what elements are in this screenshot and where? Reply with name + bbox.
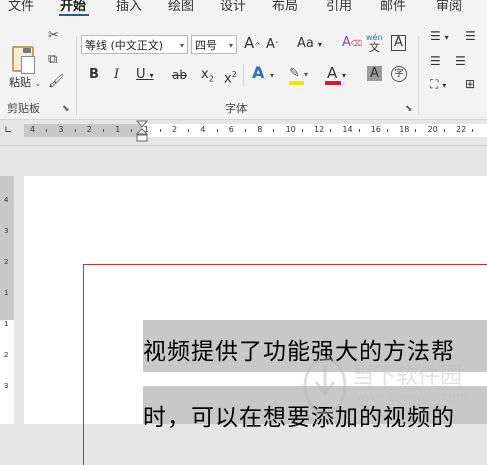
ruler-tick: [387, 129, 388, 132]
ruler-number: 4: [200, 125, 206, 134]
ruler-number: 12: [314, 125, 325, 134]
subscript-button[interactable]: x2: [201, 67, 214, 88]
bold-button[interactable]: B: [89, 67, 99, 83]
ruler-number: 2: [172, 125, 178, 134]
shrink-font-button[interactable]: Aˇ: [266, 37, 279, 54]
shading-icon[interactable]: ⛶ ▾: [430, 76, 446, 94]
watermark-url: www.downxia.com: [356, 390, 468, 404]
ruler-tick: [472, 129, 474, 132]
ruler-number: 3: [58, 125, 64, 134]
tab-references[interactable]: 引用: [326, 0, 352, 14]
vertical-ruler[interactable]: 4 3 2 1 1 2 3: [0, 176, 14, 424]
watermark-title: 当下软件园: [352, 364, 463, 389]
highlight-color-bar: [289, 81, 304, 85]
ruler-number: 1: [4, 320, 9, 328]
ruler-number: 1: [4, 289, 9, 297]
watermark: 当下软件园 www.downxia.com: [300, 352, 487, 422]
phonetic-guide-button[interactable]: 文: [369, 40, 380, 56]
format-painter-icon[interactable]: 🖌: [48, 75, 65, 89]
tab-insert[interactable]: 插入: [116, 0, 142, 14]
ruler-tick: [301, 129, 303, 132]
ruler-number: 10: [285, 125, 296, 134]
change-case-button[interactable]: Aa ▾: [297, 36, 322, 53]
ruler-number: 14: [342, 125, 353, 134]
numbering-icon[interactable]: ☰: [465, 28, 476, 44]
tab-design[interactable]: 设计: [220, 0, 246, 14]
tab-home[interactable]: 开始: [60, 0, 86, 14]
paste-label: 粘贴 ⌄: [9, 76, 42, 89]
ruler-tick: [358, 129, 360, 132]
ruler-tick: [245, 129, 246, 132]
ruler-number: 6: [228, 125, 234, 134]
ruler-number: 1: [115, 125, 121, 134]
ruler-number: 20: [427, 125, 438, 134]
ruler-number: 4: [30, 125, 36, 134]
ruler-tick: [46, 129, 48, 132]
cut-icon[interactable]: ✂: [48, 29, 59, 43]
ruler-tick: [103, 129, 104, 132]
ruler-number: 3: [4, 382, 9, 390]
ruler-tick: [330, 129, 332, 132]
ruler-number: 16: [370, 125, 381, 134]
ruler-tick: [273, 129, 275, 132]
ruler-number: 2: [86, 125, 92, 134]
ruler-number: 18: [399, 125, 410, 134]
tab-review[interactable]: 审阅: [436, 0, 462, 14]
clipboard-group-label: 剪贴板: [7, 102, 40, 115]
clipboard-launcher-icon[interactable]: ⬊: [62, 104, 70, 114]
font-size-combo[interactable]: 四号 ▾: [191, 35, 237, 54]
character-border-button[interactable]: A: [391, 35, 406, 51]
ruler-number: 2: [4, 351, 9, 359]
tab-file[interactable]: 文件: [8, 0, 34, 14]
tab-draw[interactable]: 绘图: [168, 0, 194, 14]
watermark-logo: [303, 357, 347, 415]
ribbon: 粘贴 ⌄ ✂ ⧉ 🖌 剪贴板 ⬊ 等线 (中文正文) ▾ 四号 ▾ A^ Aˇ Aa…: [0, 16, 487, 120]
ruler-tick: [74, 129, 76, 132]
underline-button[interactable]: U ▾: [136, 67, 154, 84]
text-effects-button[interactable]: A ▾: [252, 65, 274, 84]
enclose-characters-button[interactable]: 字: [391, 66, 407, 82]
ribbon-tab-bar: 文件 开始 插入 绘图 设计 布局 引用 邮件 审阅: [0, 0, 487, 17]
grow-font-button[interactable]: A^: [244, 35, 261, 54]
align-center-icon[interactable]: ☰: [455, 53, 466, 69]
clear-formatting-button[interactable]: A⌫: [342, 35, 362, 52]
indent-marker-icon[interactable]: [136, 120, 148, 144]
ruler-number: 8: [257, 125, 263, 134]
ruler-tick: [159, 129, 161, 132]
bullets-icon[interactable]: ☰ ▾: [430, 28, 449, 46]
ruler-tick: [415, 129, 417, 132]
borders-icon[interactable]: ⊞: [465, 76, 475, 92]
font-launcher-icon[interactable]: ⬊: [405, 104, 413, 114]
character-shading-button[interactable]: A: [367, 66, 382, 81]
font-name-combo[interactable]: 等线 (中文正文) ▾: [81, 35, 188, 54]
strikethrough-button[interactable]: ab: [172, 67, 187, 83]
copy-icon[interactable]: ⧉: [48, 53, 57, 67]
italic-button[interactable]: I: [114, 67, 119, 83]
ruler-number: 4: [4, 196, 9, 204]
ruler-tick: [216, 129, 218, 132]
tab-mailings[interactable]: 邮件: [380, 0, 406, 14]
tab-selector-icon[interactable]: ∟: [4, 125, 12, 136]
tab-layout[interactable]: 布局: [272, 0, 298, 14]
ruler-tick: [188, 129, 190, 132]
ruler-tick: [131, 129, 133, 132]
paste-button[interactable]: 粘贴 ⌄: [8, 44, 42, 90]
ruler-number: 3: [4, 227, 9, 235]
superscript-button[interactable]: x2: [224, 67, 237, 87]
ruler-number: 2: [4, 258, 9, 266]
horizontal-ruler[interactable]: 4 3 2 1 1 2 4 6 8 10 12 14 16 18 20 22: [24, 124, 487, 137]
ruler-number: 22: [456, 125, 467, 134]
font-color-bar: [325, 81, 341, 85]
ruler-tick: [443, 129, 445, 132]
font-group-label: 字体: [225, 102, 247, 115]
align-left-icon[interactable]: ☰: [430, 53, 441, 69]
